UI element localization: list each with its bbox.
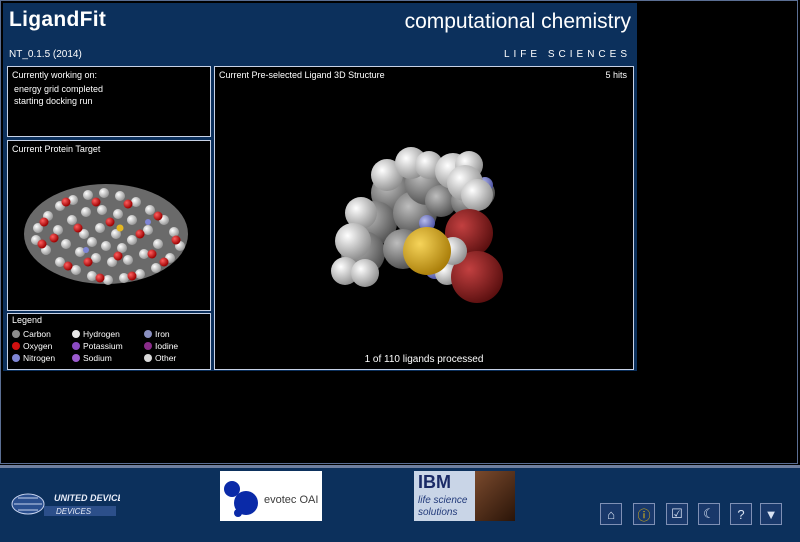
carbon-dot-icon bbox=[12, 330, 20, 338]
legend-item: Potassium bbox=[72, 341, 123, 351]
version-label: NT_0.1.5 (2014) bbox=[9, 49, 82, 60]
united-devices-text: UNITED DEVICES bbox=[54, 493, 120, 503]
status-label: Currently working on: bbox=[12, 70, 98, 80]
status-line: starting docking run bbox=[14, 96, 93, 106]
legend-item: Sodium bbox=[72, 353, 112, 363]
hydrogen-dot-icon bbox=[72, 330, 80, 338]
legend-item: Hydrogen bbox=[72, 329, 120, 339]
ibm-brand: IBM bbox=[418, 472, 451, 492]
checkbox-button[interactable]: ☑ bbox=[666, 503, 688, 525]
hit-count: 5 hits bbox=[605, 70, 627, 80]
home-icon: ⌂ bbox=[607, 506, 615, 522]
other-dot-icon bbox=[144, 354, 152, 362]
legend-item: Nitrogen bbox=[12, 353, 55, 363]
evotec-logo: evotec OAI bbox=[220, 471, 322, 521]
minimize-icon: ▼ bbox=[764, 506, 778, 522]
legend-label: Legend bbox=[12, 315, 43, 325]
legend-box: Legend Carbon Hydrogen Iron Oxygen Potas… bbox=[7, 313, 211, 370]
protein-structure-image bbox=[24, 184, 188, 285]
svg-text:DEVICES: DEVICES bbox=[56, 507, 92, 516]
help-button[interactable]: ? bbox=[730, 503, 752, 525]
info-icon: ⓘ bbox=[637, 507, 651, 523]
legend-item: Oxygen bbox=[12, 341, 52, 351]
ligand-label: Current Pre-selected Ligand 3D Structure bbox=[219, 70, 385, 80]
checkbox-icon: ☑ bbox=[671, 506, 683, 521]
app-title: LigandFit bbox=[9, 8, 107, 31]
legend-item: Carbon bbox=[12, 329, 51, 339]
progress-text: 1 of 110 ligands processed bbox=[364, 354, 484, 365]
protein-label: Current Protein Target bbox=[12, 144, 101, 154]
evotec-text: evotec OAI bbox=[264, 494, 318, 506]
ligandfit-screensaver: LigandFit computational chemistry NT_0.1… bbox=[0, 0, 800, 542]
ibm-line2: solutions bbox=[418, 507, 458, 518]
ibm-line1: life science bbox=[418, 495, 468, 506]
main-frame: LigandFit computational chemistry NT_0.1… bbox=[0, 0, 798, 464]
moon-button[interactable]: ☾ bbox=[698, 503, 720, 525]
iron-dot-icon bbox=[144, 330, 152, 338]
footer-bar: UNITED DEVICES DEVICES evotec OAI IBM li… bbox=[0, 468, 800, 542]
iodine-dot-icon bbox=[144, 342, 152, 350]
sodium-dot-icon bbox=[72, 354, 80, 362]
nitrogen-dot-icon bbox=[12, 354, 20, 362]
status-line: energy grid completed bbox=[14, 84, 104, 94]
status-box: Currently working on: energy grid comple… bbox=[7, 66, 211, 137]
united-devices-logo: UNITED DEVICES DEVICES bbox=[11, 493, 120, 516]
potassium-dot-icon bbox=[72, 342, 80, 350]
app-subtitle: computational chemistry bbox=[404, 10, 631, 33]
ibm-logo: IBM life science solutions bbox=[414, 471, 515, 521]
legend-item: Iron bbox=[144, 329, 170, 339]
home-button[interactable]: ⌂ bbox=[600, 503, 622, 525]
moon-icon: ☾ bbox=[703, 506, 715, 521]
ligand-box: Current Pre-selected Ligand 3D Structure… bbox=[214, 66, 634, 370]
legend-item: Iodine bbox=[144, 341, 178, 351]
minimize-button[interactable]: ▼ bbox=[760, 503, 782, 525]
oxygen-dot-icon bbox=[12, 342, 20, 350]
main-panel: LigandFit computational chemistry NT_0.1… bbox=[3, 3, 637, 371]
protein-box: Current Protein Target bbox=[7, 140, 211, 311]
info-button[interactable]: ⓘ bbox=[633, 503, 655, 525]
help-icon: ? bbox=[737, 506, 745, 522]
legend-item: Other bbox=[144, 353, 176, 363]
ibm-person-image bbox=[475, 471, 515, 521]
brand-label: LIFE SCIENCES bbox=[503, 49, 631, 60]
ligand-structure-image bbox=[331, 147, 503, 303]
